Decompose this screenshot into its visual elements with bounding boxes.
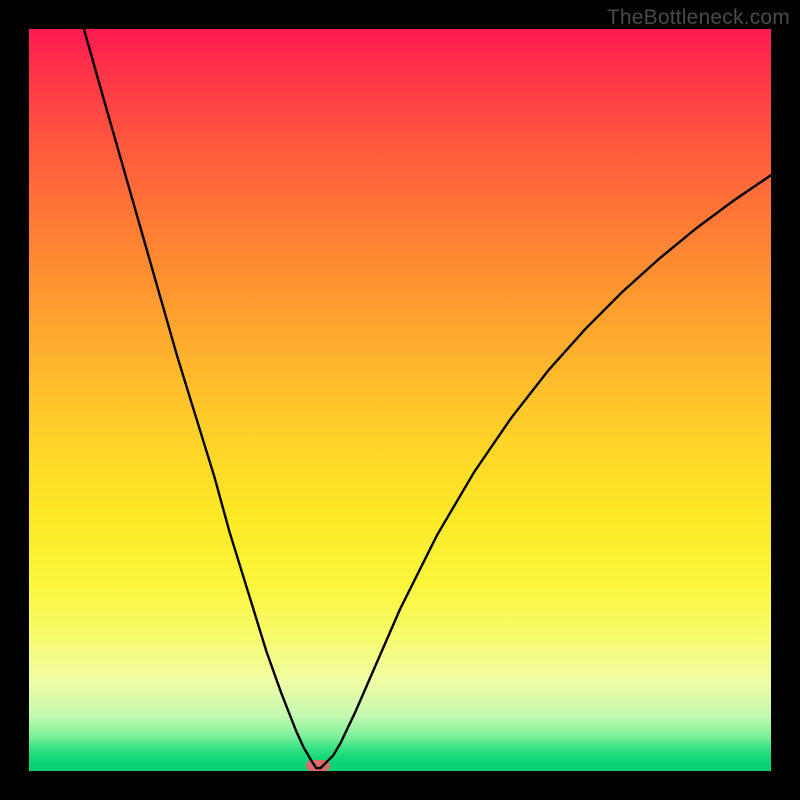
watermark-text: TheBottleneck.com (607, 6, 790, 30)
chart-frame: TheBottleneck.com (0, 0, 800, 800)
plot-area (29, 29, 771, 771)
curve-svg (29, 29, 771, 771)
bottleneck-curve-path (84, 29, 771, 768)
